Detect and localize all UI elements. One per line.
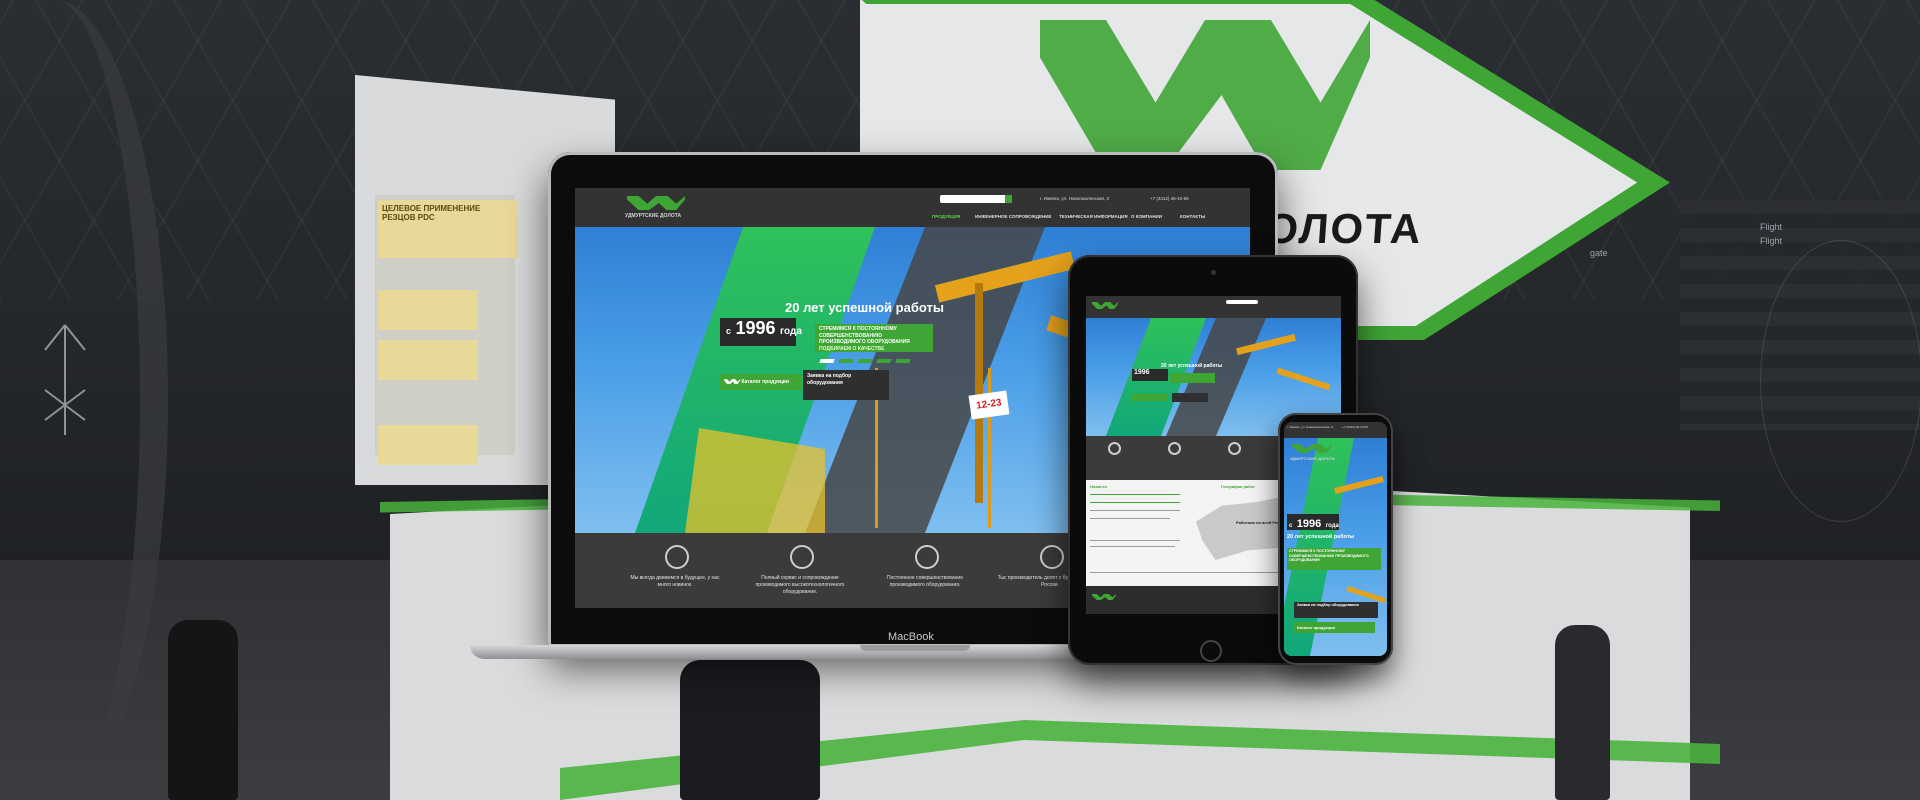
header-phone[interactable]: +7 (3412) 46-10-59 [1342,425,1368,429]
departures-row: Flight [1760,222,1783,232]
news-title: Новости [1090,484,1107,489]
hero-since-prefix: с [1289,523,1293,529]
header-address: г. Ижевск, ул. Новосмоленская, 3 [1040,196,1109,201]
slider-dot[interactable] [857,359,873,363]
slider-dot[interactable] [838,359,854,363]
slider-dot[interactable] [819,359,835,363]
hero-since-suffix: года [779,326,802,337]
laptop-notch [860,645,970,651]
hero-green-message: СТРЕМИМСЯ К ПОСТОЯННОМУ СОВЕРШЕНСТВОВАНИ… [815,324,933,352]
site-header: г. Ижевск, ул. Новосмоленская, 3 +7 (341… [1284,422,1387,438]
site-header: УДМУРТСКИЕ ДОЛОТА г. Ижевск, ул. Новосмо… [575,188,1250,227]
geo-title: География работ [1221,484,1255,489]
site-logo-subtitle: УДМУРТСКИЕ ДОЛОТА [1290,456,1335,461]
hero-since-badge: с 1996 года [720,318,802,346]
tablet-home-button [1200,640,1222,662]
site-logo-subtitle: УДМУРТСКИЕ ДОЛОТА [625,213,682,219]
hero-since-year: 1996 [1296,518,1322,530]
site-logo[interactable] [1092,302,1118,309]
news-line[interactable] [1090,546,1175,547]
catalog-button-label: Каталог продукции [741,379,789,385]
news-line[interactable] [1090,518,1170,519]
visitor-figure [168,620,238,800]
phone-screen: г. Ижевск, ул. Новосмоленская, 3 +7 (341… [1284,422,1387,656]
search-input[interactable] [940,195,1012,203]
poster-note [378,290,478,330]
hero-since-badge: с 1996 года [1287,514,1339,530]
engineer-icon [1168,442,1181,455]
nav-contacts[interactable]: КОНТАКТЫ [1180,214,1205,219]
hero-since-year: 1996 [735,318,776,338]
feature-text: Полный сервис и сопровождение производим… [755,575,845,595]
tablet-camera [1211,270,1216,275]
search-icon[interactable] [1005,195,1012,203]
rig-icon [915,545,939,569]
feature-text: Мы всегда движемся в будущее, у нас мног… [630,575,720,588]
poster-note [378,425,478,465]
catalog-button-label: Каталог продукции [1297,625,1336,630]
hero-green-message [1170,373,1215,383]
news-line[interactable] [1090,494,1180,495]
hero-since-suffix: года [1325,523,1339,529]
hero-tagline: 20 лет успешной работы [1161,363,1223,369]
site-header [1086,296,1341,318]
site-logo[interactable] [627,196,685,210]
departures-row: Flight [1760,236,1783,246]
hero-tagline: 20 лет успешной работы [1287,534,1355,540]
drill-rig-frame [875,368,991,528]
catalog-button[interactable]: Каталог продукции [1294,622,1375,633]
visitor-figure [1555,625,1610,800]
hex-nut-decoration [1760,240,1920,522]
search-input[interactable] [1226,300,1258,304]
catalog-logo-icon [724,379,740,385]
request-button[interactable]: Заявка на подбор оборудования [803,370,889,400]
hero-green-message: СТРЕМИМСЯ К ПОСТОЯННОМУ СОВЕРШЕНСТВОВАНИ… [1287,548,1381,570]
header-address: г. Ижевск, ул. Новосмоленская, 3 [1287,425,1333,429]
engineer-icon [790,545,814,569]
nav-engineering[interactable]: ИНЖЕНЕРНОЕ СОПРОВОЖДЕНИЕ [975,214,1051,219]
footer-logo[interactable] [1092,594,1116,600]
news-line[interactable] [1090,502,1180,503]
hero-since-year: 1996 [1132,369,1168,381]
poster-note: ЦЕЛЕВОЕ ПРИМЕНЕНИЕ РЕЗЦОВ PDC [378,200,518,258]
request-button[interactable]: Заявка на подбор оборудования [1294,602,1378,618]
slider-dot[interactable] [876,359,892,363]
clock-icon [665,545,689,569]
rig-icon [1228,442,1241,455]
visitor-figure [680,660,820,800]
hero-green-text-tail: ПОДБИРАЕМ О КАЧЕСТВЕ [819,345,885,352]
header-phone[interactable]: +7 (3412) 46-10-59 [1150,196,1189,201]
news-line[interactable] [1090,510,1180,511]
nav-about[interactable]: О КОМПАНИИ [1131,214,1162,219]
catalog-button[interactable]: Каталог продукции [720,374,802,390]
request-button-label: Заявка на подбор оборудования [1297,603,1359,607]
news-line[interactable] [1090,540,1180,541]
slider-dot[interactable] [895,359,911,363]
request-button-label: Заявка на подбор оборудования [807,373,852,386]
laptop-brand-label: MacBook [888,631,934,643]
hero-tagline: 20 лет успешной работы [785,300,944,315]
nav-products[interactable]: ПРОДУКЦИЯ [932,214,960,219]
request-button[interactable] [1172,393,1208,402]
hero-since-prefix: с [726,326,732,336]
nav-tech-info[interactable]: ТЕХНИЧЕСКАЯ ИНФОРМАЦИЯ [1059,214,1128,219]
poster-heading: ЦЕЛЕВОЕ ПРИМЕНЕНИЕ РЕЗЦОВ PDC [382,204,481,222]
poster-note [378,340,478,380]
drill-bit-icon [1040,545,1064,569]
hero-green-text: СТРЕМИМСЯ К ПОСТОЯННОМУ СОВЕРШЕНСТВОВАНИ… [819,326,910,345]
arrow-up-icon [44,324,86,435]
clock-icon [1108,442,1121,455]
hero-green-text: СТРЕМИМСЯ К ПОСТОЯННОМУ СОВЕРШЕНСТВОВАНИ… [1289,549,1369,563]
departures-row: gate [1590,248,1608,258]
feature-text: Постоянное совершенствование производимо… [886,575,963,588]
catalog-button[interactable] [1132,394,1168,401]
